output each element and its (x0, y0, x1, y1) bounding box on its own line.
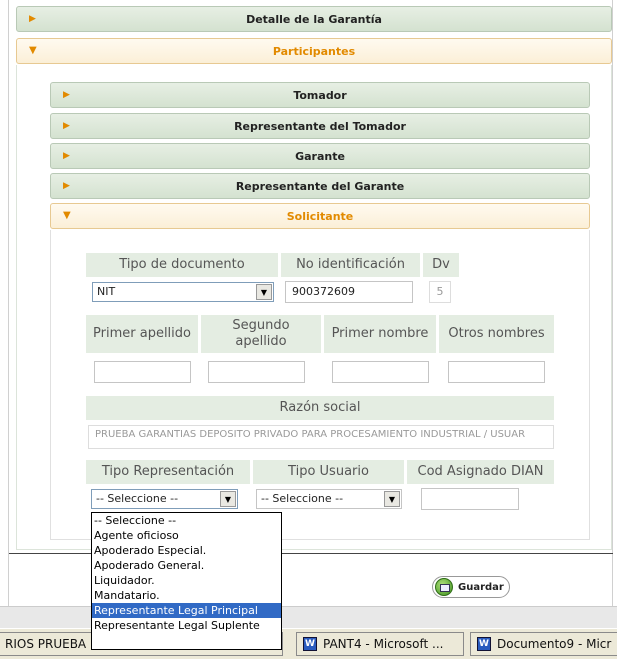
taskbar-item-pant4[interactable]: W PANT4 - Microsoft ... (296, 632, 464, 656)
accordion-participantes-label: Participantes (272, 44, 356, 58)
accordion-rep-tomador-label: Representante del Tomador (234, 119, 406, 133)
accordion-representante-garante[interactable]: ▶ Representante del Garante (50, 173, 590, 199)
accordion-solicitante[interactable]: ▼ Solicitante (50, 203, 590, 229)
header-segundo-apellido: Segundo apellido (201, 315, 321, 353)
accordion-garante[interactable]: ▶ Garante (50, 143, 590, 169)
caret-down-icon: ▼ (29, 45, 37, 56)
tipo-usuario-value: -- Seleccione -- (261, 492, 344, 505)
frame-left-border (8, 0, 9, 610)
dropdown-option[interactable]: -- Seleccione -- (92, 513, 281, 528)
dropdown-option-selected[interactable]: Representante Legal Principal (92, 603, 281, 618)
taskbar-item-label: RIOS PRUEBA (5, 637, 87, 651)
chevron-down-icon[interactable]: ▼ (220, 491, 236, 507)
chevron-down-icon[interactable]: ▼ (256, 284, 272, 300)
accordion-detalle-garantia[interactable]: ▶ Detalle de la Garantía (16, 6, 612, 32)
cod-asignado-dian-input[interactable] (421, 488, 519, 510)
razon-social-input[interactable]: PRUEBA GARANTIAS DEPOSITO PRIVADO PARA P… (88, 425, 554, 449)
segundo-apellido-input[interactable] (208, 361, 305, 383)
header-dv: Dv (423, 253, 459, 277)
header-cod-asignado-dian: Cod Asignado DIAN (407, 460, 554, 484)
accordion-solicitante-label: Solicitante (286, 209, 354, 223)
tipo-documento-value: NIT (97, 285, 116, 298)
accordion-rep-garante-label: Representante del Garante (235, 179, 405, 193)
header-no-identificacion: No identificación (281, 253, 420, 277)
taskbar-item-label: PANT4 - Microsoft ... (323, 637, 444, 651)
tipo-representacion-dropdown-list: -- Seleccione -- Agente oficioso Apodera… (91, 512, 282, 650)
word-icon: W (477, 637, 491, 651)
tipo-usuario-select[interactable]: -- Seleccione -- ▼ (256, 489, 402, 509)
primer-apellido-input[interactable] (94, 361, 191, 383)
accordion-participantes[interactable]: ▼ Participantes (16, 38, 612, 64)
caret-right-icon: ▶ (29, 14, 36, 24)
accordion-tomador[interactable]: ▶ Tomador (50, 82, 590, 108)
header-primer-nombre: Primer nombre (324, 315, 436, 353)
word-icon: W (303, 637, 317, 651)
dv-input[interactable]: 5 (429, 281, 451, 303)
caret-right-icon: ▶ (63, 181, 70, 191)
tipo-documento-select[interactable]: NIT ▼ (92, 282, 274, 302)
caret-right-icon: ▶ (63, 90, 70, 100)
accordion-representante-tomador[interactable]: ▶ Representante del Tomador (50, 113, 590, 139)
caret-down-icon: ▼ (63, 210, 71, 221)
primer-nombre-input[interactable] (332, 361, 429, 383)
save-icon (435, 578, 453, 596)
accordion-tomador-label: Tomador (293, 88, 347, 102)
header-tipo-documento: Tipo de documento (86, 253, 278, 277)
dropdown-option[interactable]: Apoderado General. (92, 558, 281, 573)
caret-right-icon: ▶ (63, 151, 70, 161)
header-tipo-representacion: Tipo Representación (86, 460, 250, 484)
accordion-detalle-label: Detalle de la Garantía (246, 12, 382, 26)
header-otros-nombres: Otros nombres (439, 315, 554, 353)
taskbar-item-documento9[interactable]: W Documento9 - Micr (470, 632, 617, 656)
taskbar-item-label: Documento9 - Micr (497, 637, 612, 651)
guardar-button[interactable]: Guardar (432, 576, 510, 598)
accordion-garante-label: Garante (295, 149, 345, 163)
header-razon-social: Razón social (86, 396, 554, 420)
frame-right-border (612, 0, 613, 610)
header-primer-apellido: Primer apellido (86, 315, 198, 353)
dropdown-option[interactable]: Apoderado Especial. (92, 543, 281, 558)
no-identificacion-input[interactable]: 900372609 (285, 281, 413, 303)
dropdown-option[interactable]: Liquidador. (92, 573, 281, 588)
chevron-down-icon[interactable]: ▼ (384, 491, 400, 507)
caret-right-icon: ▶ (63, 121, 70, 131)
dropdown-option[interactable]: Mandatario. (92, 588, 281, 603)
tipo-representacion-select[interactable]: -- Seleccione -- ▼ (91, 489, 238, 509)
guardar-label: Guardar (458, 581, 504, 593)
dropdown-option[interactable]: Representante Legal Suplente (92, 618, 281, 633)
header-tipo-usuario: Tipo Usuario (253, 460, 404, 484)
otros-nombres-input[interactable] (448, 361, 545, 383)
dropdown-option[interactable]: Agente oficioso (92, 528, 281, 543)
tipo-representacion-value: -- Seleccione -- (96, 492, 179, 505)
